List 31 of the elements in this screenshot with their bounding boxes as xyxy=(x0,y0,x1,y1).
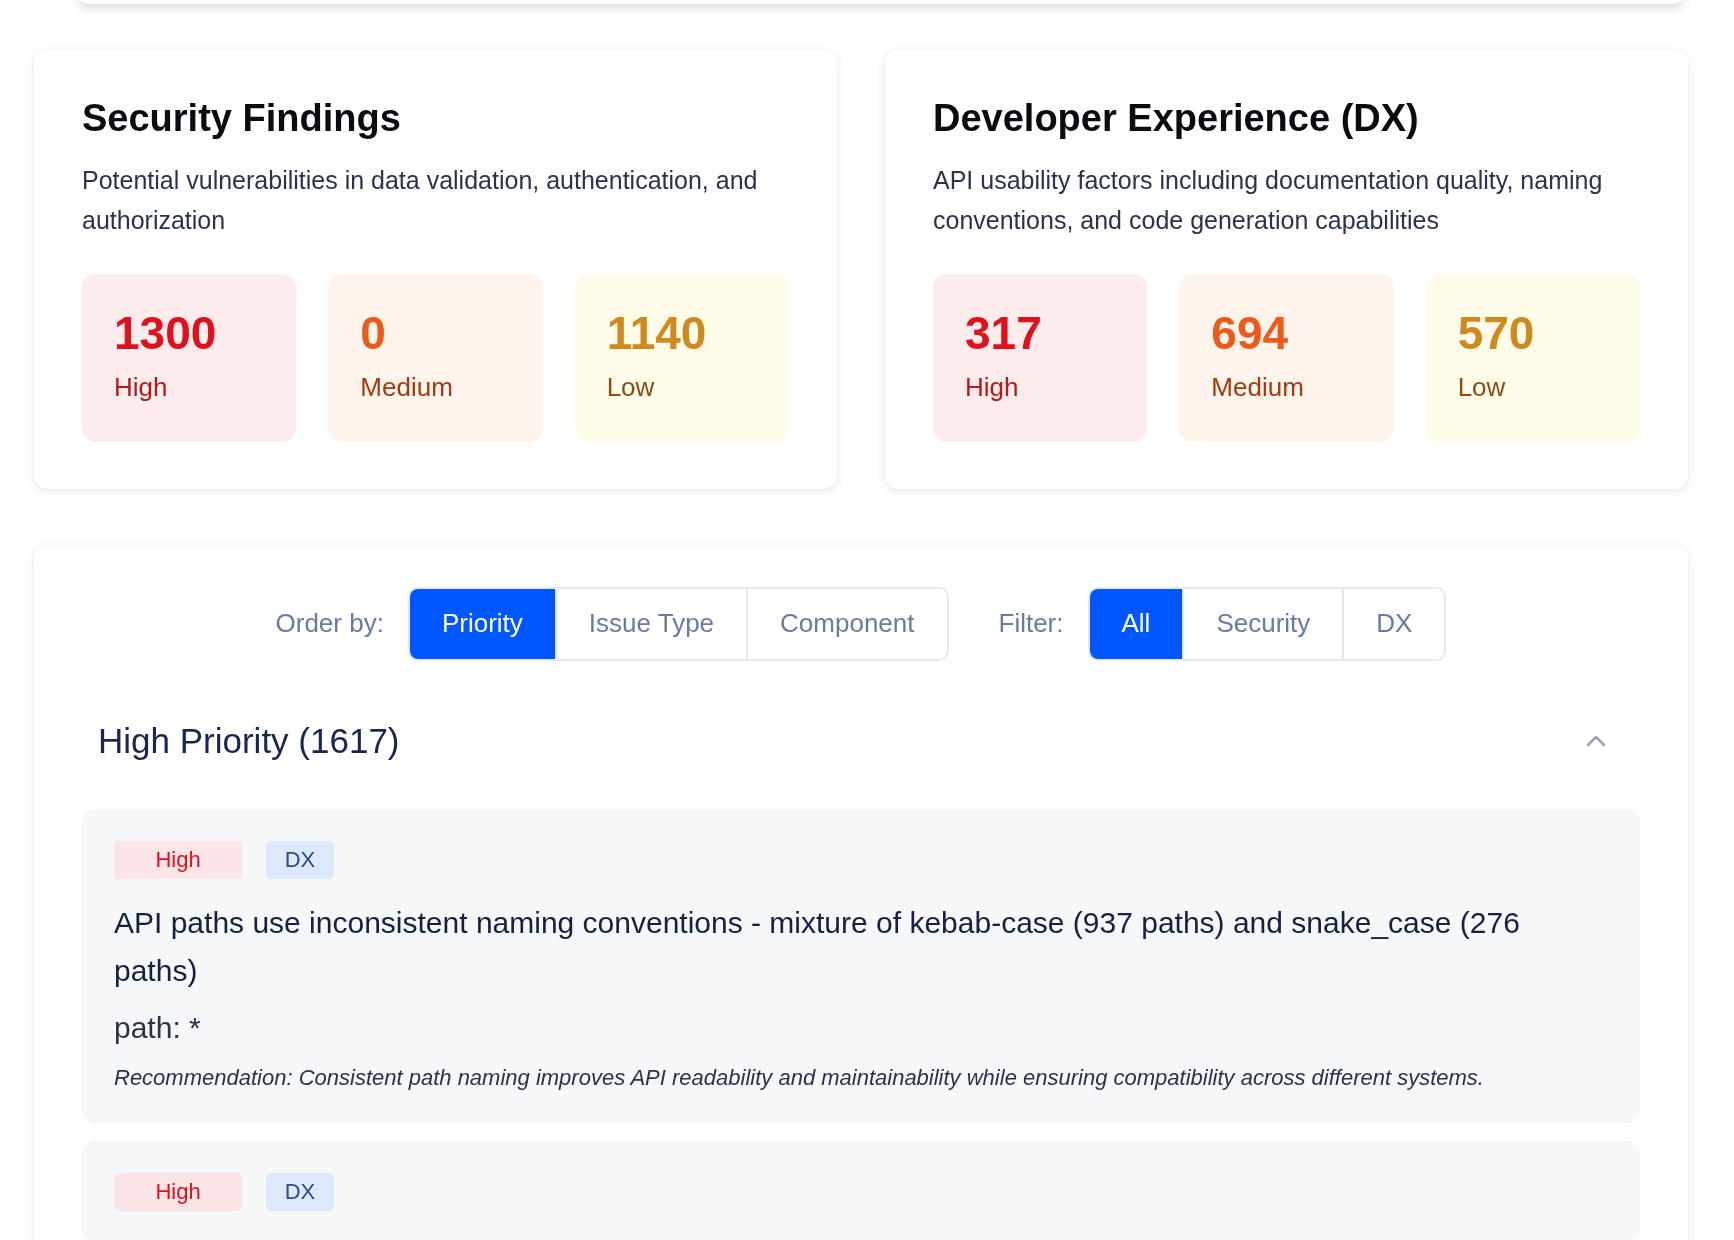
group-title: High Priority (1617) xyxy=(98,720,400,761)
filter-option[interactable]: All xyxy=(1089,588,1183,659)
tag: DX xyxy=(266,840,334,879)
stat-label: Medium xyxy=(1211,371,1305,403)
stat-label: High xyxy=(114,371,169,403)
stat-label: Medium xyxy=(360,371,454,403)
filter-option[interactable]: DX xyxy=(1342,588,1445,659)
recommendation: Recommendation: Consistent path naming improves API readability and maintainability while ensuring compatibility across different systems. xyxy=(114,1064,1485,1091)
card-title: Security Findings xyxy=(82,98,402,140)
filter-label: Filter: xyxy=(998,608,1064,640)
order-option[interactable]: Priority xyxy=(409,588,555,659)
card-description: Potential vulnerabilities in data validation, authentication, and authorization xyxy=(82,164,759,236)
stat-value: 317 xyxy=(965,309,1043,356)
tag: High xyxy=(114,1172,242,1211)
issue-path: path: * xyxy=(114,1010,202,1045)
card-title: Developer Experience (DX) xyxy=(933,98,1420,140)
tag: High xyxy=(114,840,242,879)
stat-value: 1300 xyxy=(114,309,218,356)
stat-label: High xyxy=(965,371,1020,403)
order-by-label: Order by: xyxy=(275,608,384,640)
stat-label: Low xyxy=(1457,371,1507,403)
chevron-icon[interactable] xyxy=(1586,734,1606,747)
stat-value: 0 xyxy=(360,309,387,356)
issue-title: API paths use inconsistent naming conventions - mixture of kebab-case (937 paths) and snake_case (276 paths) xyxy=(114,904,1521,989)
stat-label: Low xyxy=(606,371,656,403)
stat-value: 694 xyxy=(1211,309,1290,356)
order-option[interactable]: Component xyxy=(746,588,947,659)
stat-value: 1140 xyxy=(606,309,708,356)
stat-value: 570 xyxy=(1457,309,1536,356)
card-description: API usability factors including documentation quality, naming conventions, and code generation capabilities xyxy=(933,164,1604,236)
tag: DX xyxy=(266,1172,334,1211)
